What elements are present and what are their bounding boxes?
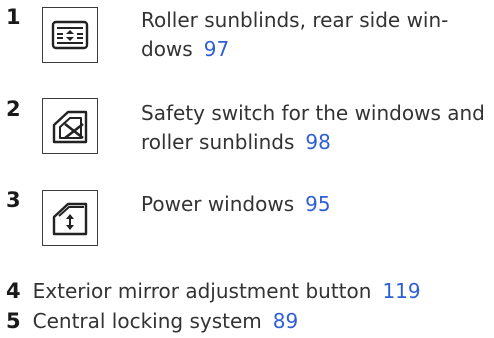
- item-number-2: 2: [6, 97, 21, 121]
- page-reference-link-2[interactable]: 98: [305, 130, 330, 154]
- item-number-5: 5: [6, 309, 21, 333]
- page-reference-link-5[interactable]: 89: [273, 309, 298, 333]
- legend-item-5: 5 Central locking system 89: [6, 307, 298, 336]
- item-text-3-line1: Power windows: [141, 192, 295, 216]
- item-text-1: Roller sunblinds, rear side win- dows 97: [141, 6, 448, 64]
- roller-sunblind-icon: [42, 7, 98, 63]
- page-reference-link-3[interactable]: 95: [305, 192, 330, 216]
- item-text-2: Safety switch for the windows and roller…: [141, 99, 485, 157]
- item-number-4: 4: [6, 279, 21, 303]
- item-text-3: Power windows 95: [141, 190, 331, 219]
- page-reference-link-1[interactable]: 97: [204, 37, 229, 61]
- item-text-4: Exterior mirror adjustment button: [32, 279, 372, 303]
- item-number-3: 3: [6, 188, 21, 212]
- item-text-5: Central locking system: [32, 309, 262, 333]
- item-number-1: 1: [6, 5, 21, 29]
- item-text-2-line1: Safety switch for the windows and: [141, 101, 485, 125]
- legend-item-4: 4 Exterior mirror adjustment button 119: [6, 277, 421, 306]
- power-window-icon: [42, 190, 98, 246]
- item-text-2-line2: roller sunblinds: [141, 130, 295, 154]
- window-safety-switch-icon: [42, 98, 98, 154]
- page-reference-link-4[interactable]: 119: [382, 279, 420, 303]
- item-text-1-line1: Roller sunblinds, rear side win-: [141, 8, 449, 32]
- item-text-1-line2: dows: [141, 37, 193, 61]
